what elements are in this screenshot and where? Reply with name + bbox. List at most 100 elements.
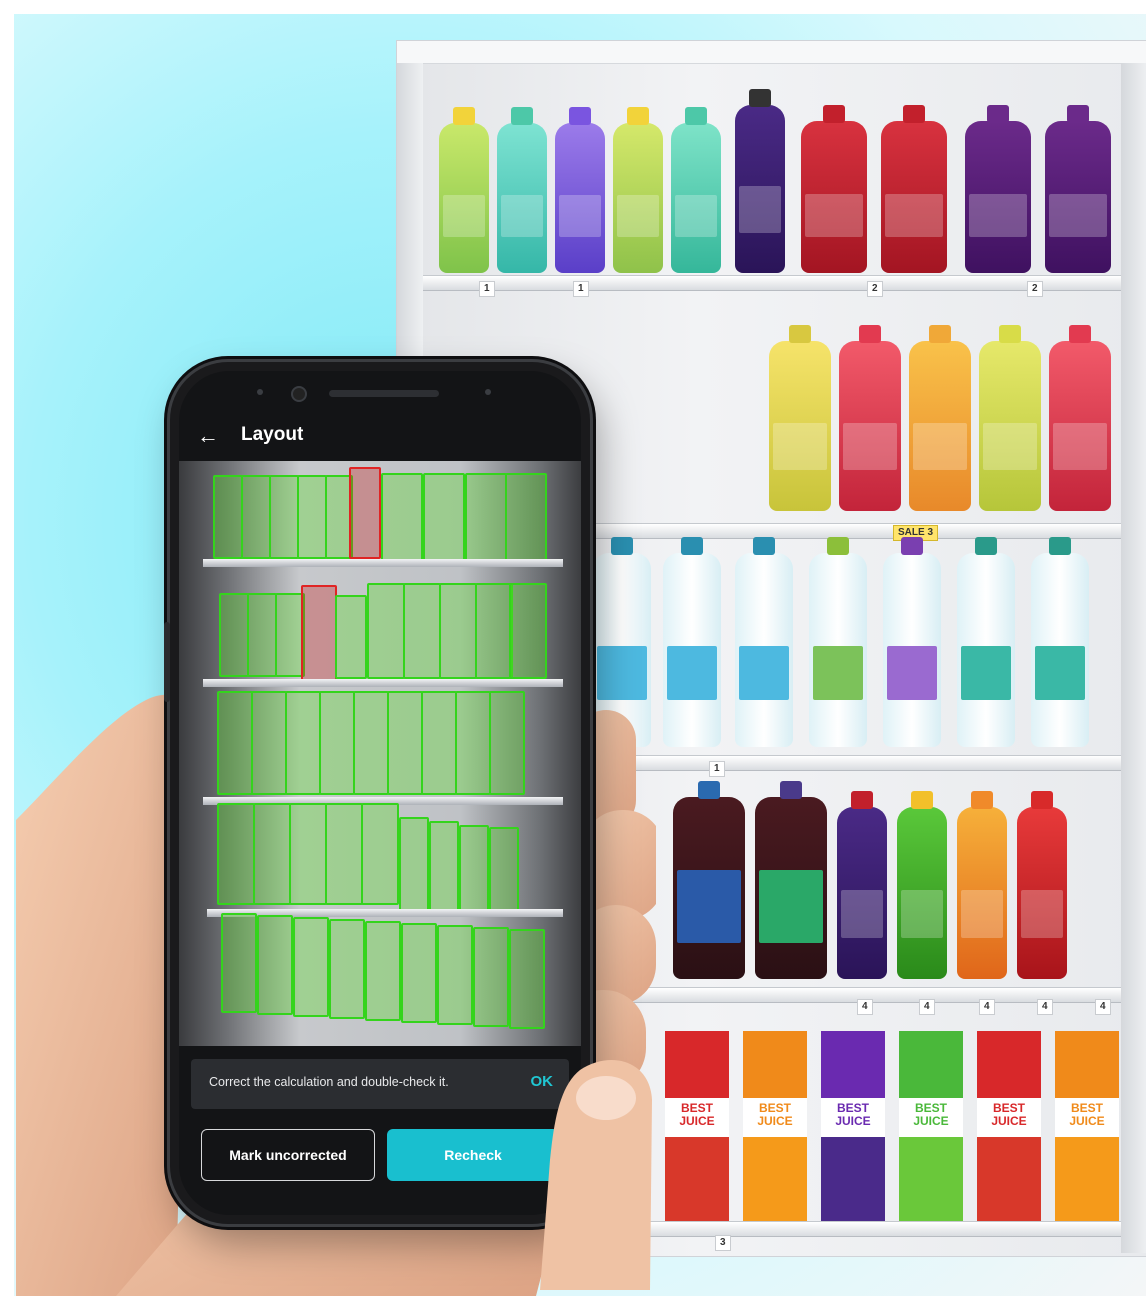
detection-box[interactable] [217,803,255,905]
phone-side-button [164,622,170,702]
shelf-bottle [735,89,785,273]
detection-box[interactable] [465,473,507,561]
juice-carton: BEST JUICE [743,1031,807,1227]
detection-box[interactable] [381,473,423,561]
carton-label: BEST JUICE [679,1100,715,1128]
carton-label: BEST JUICE [1069,1100,1105,1128]
shelf-post-right [1121,63,1146,1253]
detection-box-error[interactable] [301,585,337,683]
detection-box[interactable] [403,583,441,679]
detection-box[interactable] [423,473,465,561]
toast-message: Correct the calculation and double-check… [209,1075,449,1089]
mark-uncorrected-button[interactable]: Mark uncorrected [201,1129,375,1181]
detection-box[interactable] [285,691,321,795]
detection-box[interactable] [335,595,367,679]
shelf-bottle [673,781,745,979]
shelf-bottle [613,107,663,273]
detection-box[interactable] [353,691,389,795]
detection-box[interactable] [257,915,293,1015]
detection-box[interactable] [421,691,457,795]
detection-box-error[interactable] [349,467,381,559]
left-margin [0,0,14,1296]
detection-box[interactable] [217,691,253,795]
shelf-bottle [769,325,831,511]
thumb-image [540,1060,652,1290]
juice-carton: BEST JUICE [977,1031,1041,1227]
shelf-bottle [1031,537,1089,747]
detection-box[interactable] [439,583,477,679]
detection-box[interactable] [253,803,291,905]
shelf-bottle [801,105,867,273]
detection-box[interactable] [247,593,277,677]
detection-box[interactable] [387,691,423,795]
detection-box[interactable] [367,583,405,679]
detection-box[interactable] [475,583,513,679]
carton-label: BEST JUICE [757,1100,793,1128]
shelf-bottle [965,105,1031,273]
app-bar: ← Layout [179,415,581,459]
detection-box[interactable] [399,817,429,911]
detection-box[interactable] [489,691,525,795]
detection-box[interactable] [213,475,243,559]
shelf-bottle [957,537,1015,747]
layout-preview[interactable] [179,461,581,1046]
notification-toast: Correct the calculation and double-check… [191,1059,569,1109]
detection-box[interactable] [221,913,257,1013]
detection-box[interactable] [269,475,299,559]
detection-box[interactable] [509,929,545,1029]
price-tag: 2 [1027,281,1043,297]
shelf-bottle [957,791,1007,979]
preview-shelf-rail [203,559,563,567]
detection-box[interactable] [429,821,459,911]
shelf-bottle [979,325,1041,511]
detection-box[interactable] [489,827,519,911]
shelf-bottle [1049,325,1111,511]
phone-screen: ← Layout Correct the calculation and dou… [179,371,581,1215]
shelf-bottle [1045,105,1111,273]
shelf-bottle [897,791,947,979]
shelf-bottle [735,537,793,747]
sensor-dot [257,389,263,395]
detection-box[interactable] [325,803,363,905]
shelf-bottle [439,107,489,273]
shelf-bottle [755,781,827,979]
shelf-bottle [1017,791,1067,979]
detection-box[interactable] [297,475,327,559]
price-tag: 4 [1095,999,1111,1015]
carton-label: BEST JUICE [835,1100,871,1128]
juice-carton: BEST JUICE [665,1031,729,1227]
detection-box[interactable] [319,691,355,795]
detection-box[interactable] [251,691,287,795]
top-margin [0,0,1146,14]
carton-label: BEST JUICE [913,1100,949,1128]
speaker-grille [329,390,439,397]
page-title: Layout [241,424,304,445]
price-tag: 2 [867,281,883,297]
detection-box[interactable] [219,593,249,677]
price-tag: 1 [573,281,589,297]
detection-box[interactable] [459,825,489,911]
price-tag: 1 [709,761,725,777]
price-tag: 4 [919,999,935,1015]
detection-box[interactable] [437,925,473,1025]
detection-box[interactable] [473,927,509,1027]
shelf-bottle [883,537,941,747]
promo-scene: 1 1 2 2 SALE 3 1 4 4 4 4 4 BEST JUICE BE… [0,0,1146,1296]
detection-box[interactable] [329,919,365,1019]
detection-box[interactable] [505,473,547,561]
detection-box[interactable] [241,475,271,559]
price-tag: 3 [715,1235,731,1251]
price-tag: 4 [857,999,873,1015]
arrow-left-icon[interactable]: ← [197,423,223,449]
shelf-header [397,41,1146,64]
detection-box[interactable] [365,921,401,1021]
recheck-button[interactable]: Recheck [387,1129,559,1181]
detection-box[interactable] [455,691,491,795]
detection-box[interactable] [509,583,547,679]
detection-box[interactable] [401,923,437,1023]
detection-box[interactable] [289,803,327,905]
detection-box[interactable] [293,917,329,1017]
shelf-bottle [663,537,721,747]
shelf-bottle [839,325,901,511]
detection-box[interactable] [361,803,399,905]
